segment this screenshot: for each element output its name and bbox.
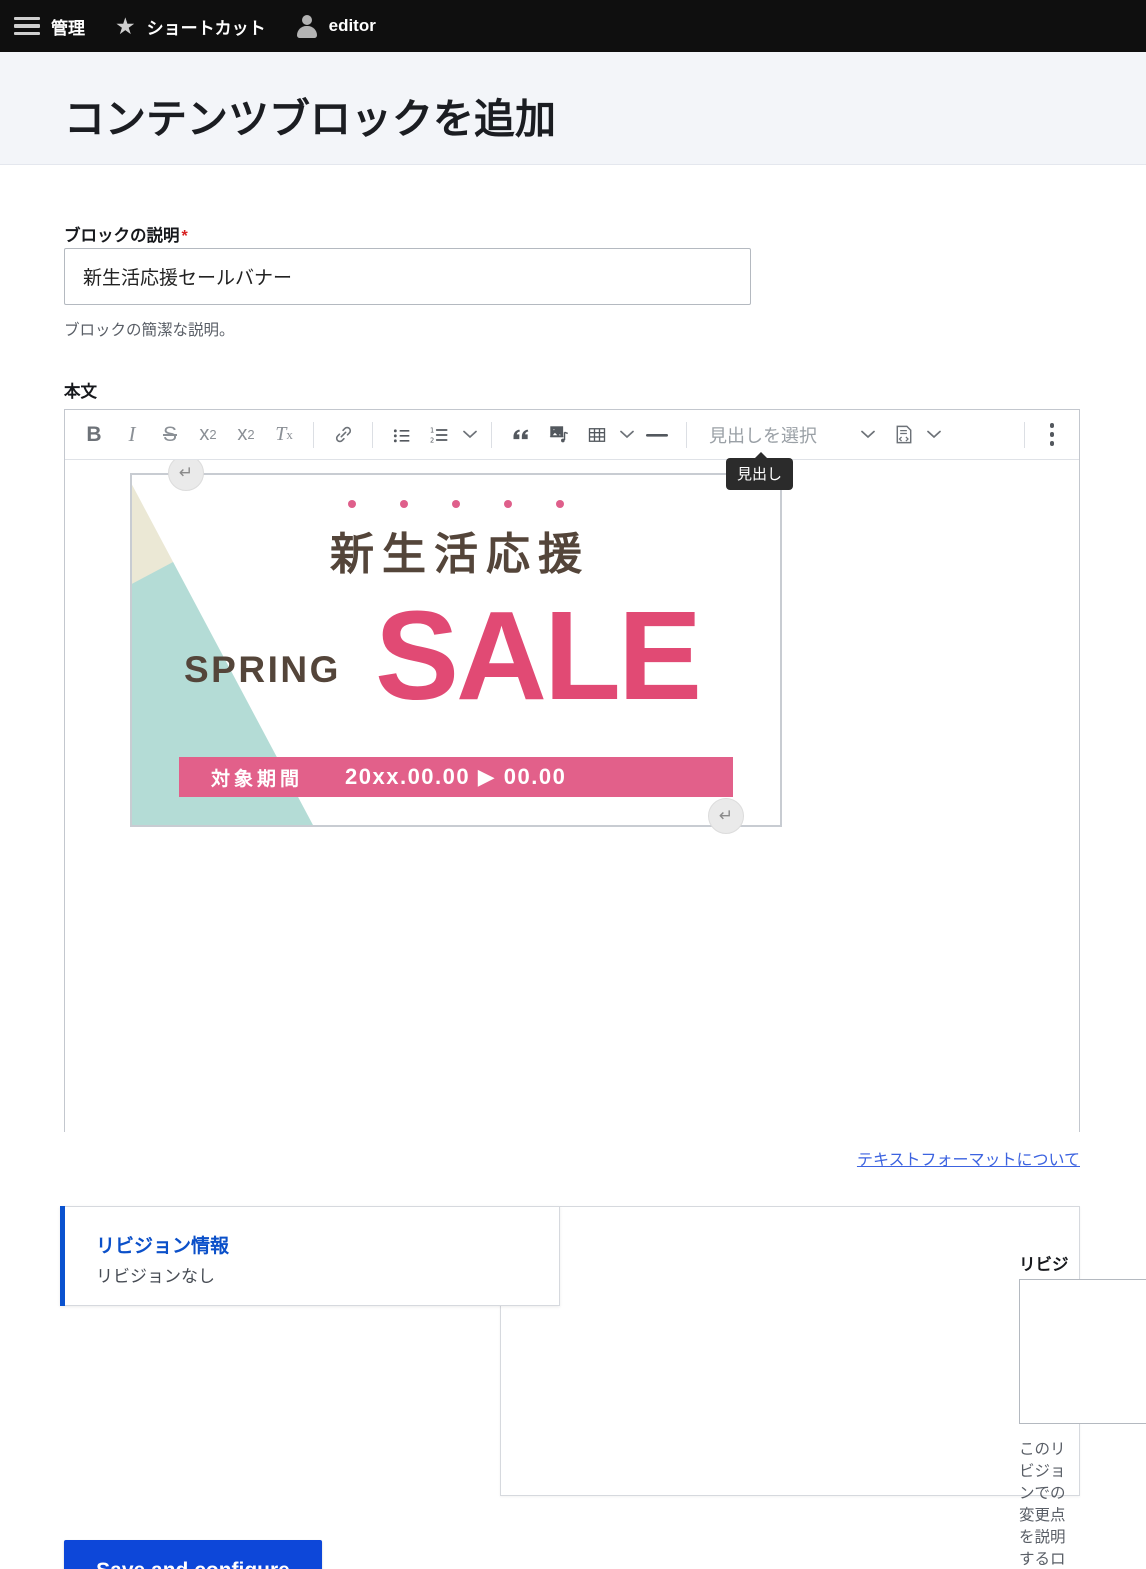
bulleted-list-icon[interactable]: [383, 416, 421, 454]
quote-icon[interactable]: [502, 416, 540, 454]
media-icon[interactable]: [540, 416, 578, 454]
revision-info-tab[interactable]: リビジョン情報 リビジョンなし: [60, 1206, 560, 1306]
revision-panel: リビジョンログメッセージ このリビジョンでの変更点を説明するログエントリー。: [500, 1206, 1146, 1568]
template-chevron-down-icon[interactable]: [923, 416, 945, 454]
insert-paragraph-before-icon: ↵: [178, 463, 194, 482]
image-selection-outline: [130, 473, 782, 827]
remove-format-icon[interactable]: Tx: [265, 416, 303, 454]
numbered-list-icon[interactable]: 1 2: [421, 416, 459, 454]
strikethrough-icon[interactable]: S: [151, 416, 189, 454]
insert-paragraph-after-icon: ↵: [718, 806, 734, 825]
table-options-chevron-down-icon[interactable]: [616, 416, 638, 454]
page-header: コンテンツブロックを追加: [0, 52, 1146, 165]
heading-select[interactable]: 見出しを選択: [697, 416, 885, 454]
description-help: ブロックの簡潔な説明。: [64, 322, 235, 339]
insert-paragraph-after-button[interactable]: ↵: [708, 798, 744, 834]
toolbar-divider: [1024, 421, 1025, 448]
editor-content-area[interactable]: 新生活応援 SPRING SALE 対象期間 20xx.00.00 ▶ 00.0…: [65, 460, 1079, 1132]
description-label-text: ブロックの説明: [64, 227, 180, 245]
user-icon: [296, 15, 318, 38]
admin-item-manage[interactable]: 管理: [14, 0, 115, 52]
admin-item-account[interactable]: editor: [296, 0, 392, 52]
revision-log-textarea[interactable]: [1019, 1279, 1146, 1424]
rich-text-editor: B I S x2 x2 Tx 1 2 見出しを選択 新生活応援 SPRING S…: [64, 409, 1080, 1132]
toolbar-divider: [313, 421, 314, 448]
superscript-icon[interactable]: x2: [189, 416, 227, 454]
subscript-icon[interactable]: x2: [227, 416, 265, 454]
template-code-icon[interactable]: [885, 416, 923, 454]
italic-icon[interactable]: I: [113, 416, 151, 454]
list-options-chevron-down-icon[interactable]: [459, 416, 481, 454]
svg-text:2: 2: [430, 436, 434, 444]
banner-image-widget[interactable]: 新生活応援 SPRING SALE 対象期間 20xx.00.00 ▶ 00.0…: [130, 473, 782, 827]
page-root: 管理 ★ ショートカット editor コンテンツブロックを追加 ブロックの説明…: [0, 0, 1146, 1569]
body-label: 本文: [64, 383, 97, 401]
svg-text:1: 1: [430, 426, 434, 434]
vertical-dots-icon[interactable]: [1035, 416, 1069, 454]
description-input[interactable]: [64, 248, 751, 305]
admin-item-account-label: editor: [328, 16, 376, 35]
page-title: コンテンツブロックを追加: [64, 96, 556, 142]
save-and-configure-button[interactable]: Save and configure: [64, 1540, 322, 1569]
toolbar-divider: [491, 421, 492, 448]
admin-toolbar: 管理 ★ ショートカット editor: [0, 0, 1146, 52]
description-label: ブロックの説明 *: [64, 222, 188, 246]
link-icon[interactable]: [324, 416, 362, 454]
heading-tooltip: 見出し: [726, 452, 794, 490]
revision-log-help: このリビジョンでの変更点を説明するログエントリー。: [1019, 1441, 1066, 1568]
text-format-help-link[interactable]: テキストフォーマットについて: [857, 1146, 1080, 1170]
hamburger-icon: [14, 16, 40, 36]
toolbar-divider: [686, 421, 687, 448]
admin-item-shortcuts[interactable]: ★ ショートカット: [115, 0, 296, 52]
editor-toolbar: B I S x2 x2 Tx 1 2 見出しを選択: [65, 410, 1079, 460]
revision-info-tab-subtitle: リビジョンなし: [96, 1267, 215, 1286]
admin-item-manage-label: 管理: [51, 18, 85, 38]
revision-section: リビジョンログメッセージ このリビジョンでの変更点を説明するログエントリー。 リ…: [60, 1206, 1146, 1568]
horizontal-rule-icon[interactable]: [638, 416, 676, 454]
required-marker: *: [181, 228, 188, 245]
revision-info-tab-title: リビジョン情報: [96, 1236, 230, 1257]
bold-icon[interactable]: B: [75, 416, 113, 454]
admin-item-shortcuts-label: ショートカット: [146, 18, 266, 38]
table-icon[interactable]: [578, 416, 616, 454]
heading-chevron-down-icon: [861, 426, 875, 444]
toolbar-divider: [372, 421, 373, 448]
heading-select-placeholder: 見出しを選択: [709, 425, 817, 446]
star-icon: ★: [115, 12, 136, 39]
